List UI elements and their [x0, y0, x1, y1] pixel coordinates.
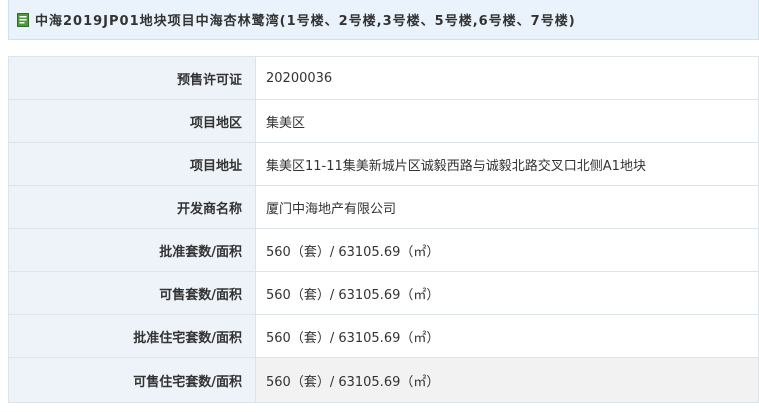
developer-name-value: 厦门中海地产有限公司	[255, 185, 759, 229]
document-icon	[17, 12, 29, 27]
table-row-saleable-residential-units-area: 可售住宅套数/面积 560（套）/ 63105.69（㎡）	[8, 357, 759, 403]
project-title-bar: 中海2019JP01地块项目中海杏林鹭湾(1号楼、2号楼,3号楼、5号楼,6号楼…	[8, 0, 759, 40]
presale-info-table: 预售许可证 20200036 项目地区 集美区 项目地址 集美区11-11集美新…	[8, 56, 759, 403]
presale-permit-value: 20200036	[255, 56, 759, 100]
approved-residential-units-area-label: 批准住宅套数/面积	[8, 314, 256, 358]
project-district-value: 集美区	[255, 99, 759, 143]
project-detail-page: 中海2019JP01地块项目中海杏林鹭湾(1号楼、2号楼,3号楼、5号楼,6号楼…	[0, 0, 759, 412]
saleable-residential-units-area-label: 可售住宅套数/面积	[8, 357, 256, 403]
table-row-approved-residential-units-area: 批准住宅套数/面积 560（套）/ 63105.69（㎡）	[8, 314, 759, 358]
table-row-project-district: 项目地区 集美区	[8, 99, 759, 143]
approved-residential-units-area-value: 560（套）/ 63105.69（㎡）	[255, 314, 759, 358]
presale-permit-label: 预售许可证	[8, 56, 256, 100]
project-address-label: 项目地址	[8, 142, 256, 186]
project-district-label: 项目地区	[8, 99, 256, 143]
table-row-presale-permit: 预售许可证 20200036	[8, 56, 759, 100]
approved-units-area-value: 560（套）/ 63105.69（㎡）	[255, 228, 759, 272]
project-title: 中海2019JP01地块项目中海杏林鹭湾(1号楼、2号楼,3号楼、5号楼,6号楼…	[35, 14, 576, 29]
approved-units-area-label: 批准套数/面积	[8, 228, 256, 272]
table-row-approved-units-area: 批准套数/面积 560（套）/ 63105.69（㎡）	[8, 228, 759, 272]
saleable-units-area-value: 560（套）/ 63105.69（㎡）	[255, 271, 759, 315]
table-row-project-address: 项目地址 集美区11-11集美新城片区诚毅西路与诚毅北路交叉口北侧A1地块	[8, 142, 759, 186]
table-row-saleable-units-area: 可售套数/面积 560（套）/ 63105.69（㎡）	[8, 271, 759, 315]
project-address-value: 集美区11-11集美新城片区诚毅西路与诚毅北路交叉口北侧A1地块	[255, 142, 759, 186]
table-row-developer-name: 开发商名称 厦门中海地产有限公司	[8, 185, 759, 229]
saleable-residential-units-area-value: 560（套）/ 63105.69（㎡）	[255, 357, 759, 403]
saleable-units-area-label: 可售套数/面积	[8, 271, 256, 315]
developer-name-label: 开发商名称	[8, 185, 256, 229]
